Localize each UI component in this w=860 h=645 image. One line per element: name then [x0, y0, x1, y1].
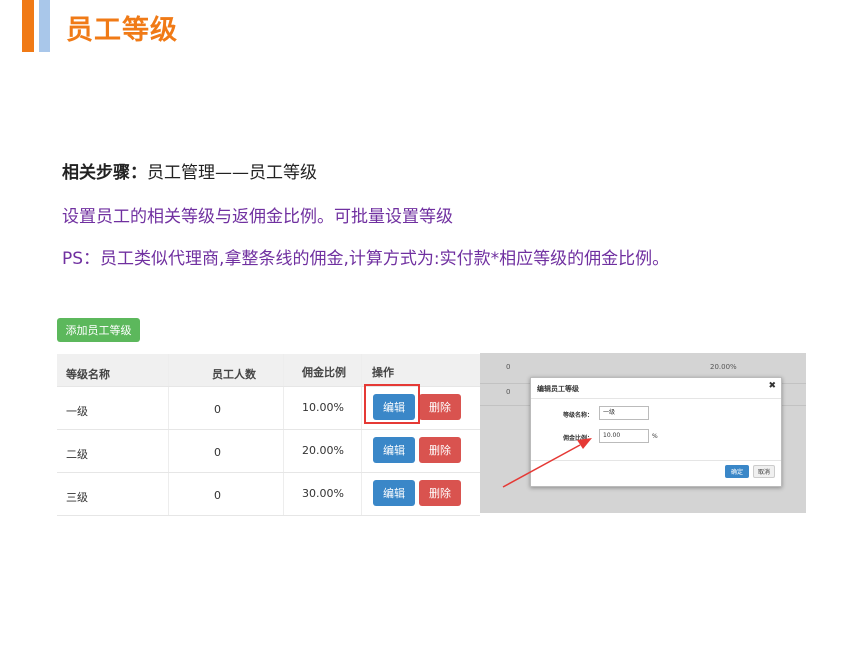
arrow-line	[502, 444, 581, 488]
arrow-head	[577, 438, 592, 449]
annotation-arrow	[502, 438, 592, 488]
